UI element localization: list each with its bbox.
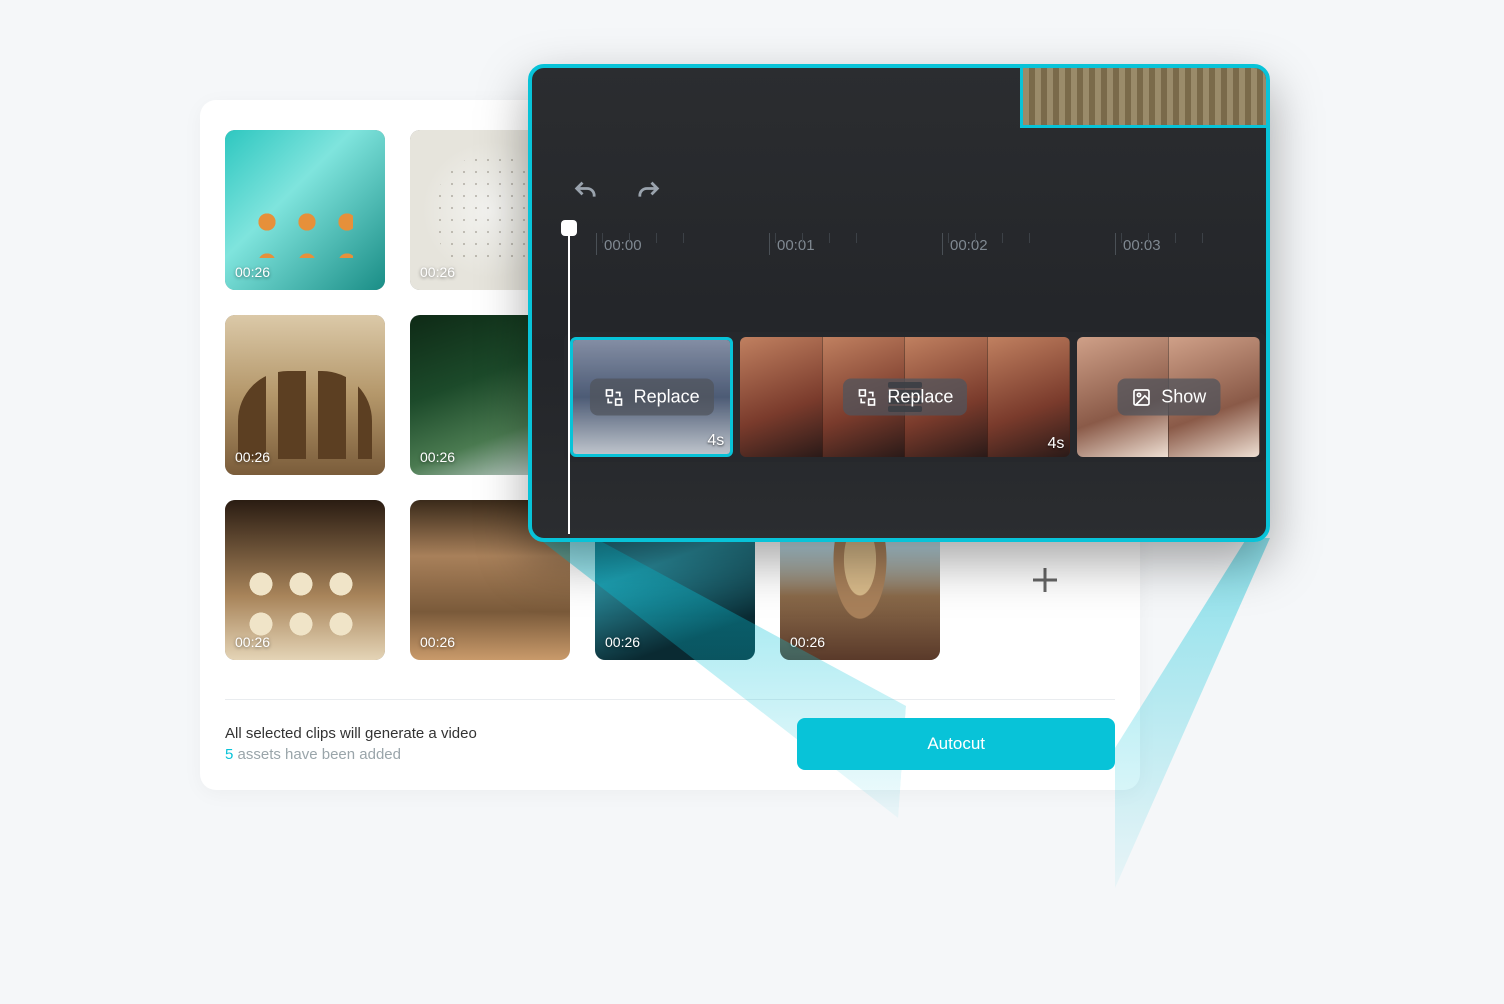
preview-viewport (1020, 64, 1270, 128)
asset-duration: 00:26 (420, 264, 455, 280)
asset-duration: 00:26 (235, 634, 270, 650)
timeline-panel: 00:00 00:01 00:02 00:03 Replace 4s Repla… (528, 64, 1270, 542)
replace-label: Replace (634, 387, 700, 408)
timeline-clip[interactable]: Replace 4s (740, 337, 1070, 457)
asset-duration: 00:26 (235, 449, 270, 465)
show-button[interactable]: Show (1117, 379, 1220, 416)
plus-icon (1027, 562, 1063, 598)
footer-headline: All selected clips will generate a video (225, 725, 477, 742)
asset-duration: 00:26 (420, 449, 455, 465)
replace-icon (857, 387, 877, 407)
replace-label: Replace (887, 387, 953, 408)
asset-thumb[interactable]: 00:26 (225, 315, 385, 475)
asset-duration: 00:26 (605, 634, 640, 650)
replace-button[interactable]: Replace (590, 379, 714, 416)
show-label: Show (1161, 387, 1206, 408)
asset-thumb[interactable]: 00:26 (225, 500, 385, 660)
asset-count-suffix: assets have been added (233, 746, 401, 763)
time-ruler[interactable]: 00:00 00:01 00:02 00:03 (570, 233, 1266, 267)
replace-icon (604, 387, 624, 407)
timeline-track[interactable]: Replace 4s Replace 4s Show (564, 332, 1266, 462)
redo-icon[interactable] (634, 178, 662, 206)
footer-subline: 5 assets have been added (225, 746, 477, 763)
asset-duration: 00:26 (235, 264, 270, 280)
timeline-clip[interactable]: Replace 4s (570, 337, 733, 457)
clip-duration: 4s (1048, 435, 1065, 453)
clip-duration: 4s (707, 432, 724, 450)
asset-thumb[interactable]: 00:26 (225, 130, 385, 290)
undo-icon[interactable] (572, 178, 600, 206)
asset-duration: 00:26 (420, 634, 455, 650)
timeline-toolbar (572, 178, 662, 206)
clip-frame (740, 337, 823, 457)
panel-footer: All selected clips will generate a video… (225, 699, 1115, 770)
replace-button[interactable]: Replace (843, 379, 967, 416)
timeline-clip[interactable]: Show (1077, 337, 1260, 457)
playhead[interactable] (568, 224, 570, 534)
image-icon (1131, 387, 1151, 407)
